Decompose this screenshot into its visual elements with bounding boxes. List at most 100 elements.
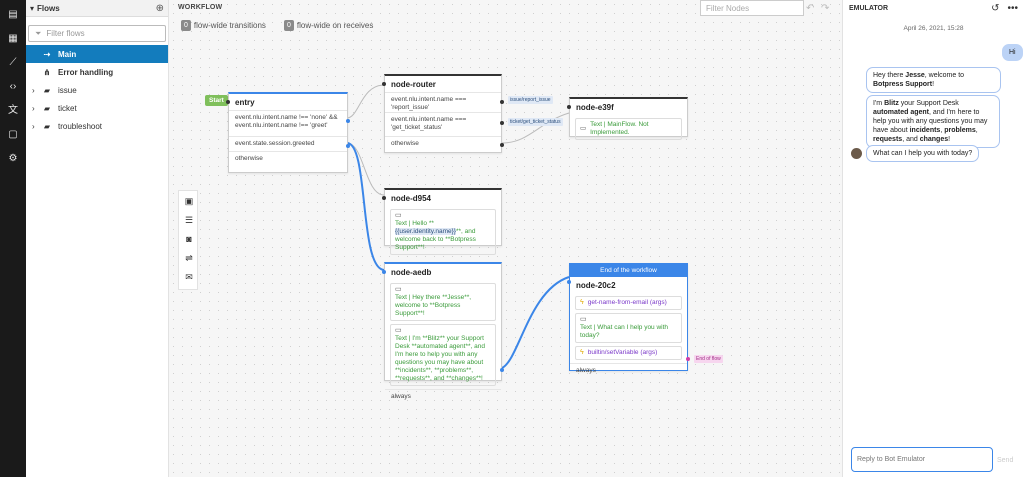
msg-text: I'm [873,100,885,107]
filter-nodes-input[interactable]: Filter Nodes [700,0,804,16]
flow-folder-issue[interactable]: › ▰ issue [26,81,168,99]
end-of-flow-tag: End of flow [694,355,723,363]
more-options-icon[interactable]: ••• [1007,3,1018,14]
reset-icon[interactable]: ↺ [991,3,999,14]
node-router[interactable]: node-router event.nlu.intent.name === 'r… [382,74,504,153]
msg-text: ! [932,81,935,88]
transition-condition: always [570,363,687,378]
node-title: node-e39f [576,103,614,112]
chevron-down-icon[interactable]: ▾ [30,4,34,13]
workflow-title: WORKFLOW [178,4,223,11]
node-20c2[interactable]: End of the workflow node-20c2 ϟ get-name… [567,263,690,374]
msg-text: your Support Desk [898,100,959,107]
flows-title: Flows [37,3,60,13]
input-port[interactable] [382,270,386,274]
output-port[interactable] [346,119,350,123]
input-port[interactable] [382,196,386,200]
output-port[interactable] [500,121,504,125]
msg-bold: requests [873,136,903,143]
output-port[interactable] [346,144,350,148]
action-label: builtin/setVariable (args) [587,349,658,356]
flow-folder-troubleshoot[interactable]: › ▰ troubleshoot [26,117,168,135]
msg-bold: automated agent [873,109,930,116]
chat-icon[interactable]: ▢ [7,129,19,141]
output-port[interactable] [500,368,504,372]
text-content[interactable]: ▭ Text | I'm **Blitz** your Support Desk… [390,324,496,386]
mail-icon[interactable]: ✉ [183,271,195,283]
conversation-date: April 26, 2021, 15:28 [903,25,964,32]
filter-icon: ⏷ [35,28,42,38]
filter-flows-placeholder: Filter flows [46,29,85,38]
flow-item-label: Main [58,49,77,59]
action-content[interactable]: ϟ builtin/setVariable (args) [575,346,682,360]
chevron-right-icon: › [32,85,35,95]
message-icon: ▭ [580,125,587,132]
standard-node-icon[interactable]: ▣ [183,195,195,207]
layout-icon[interactable]: ▦ [7,33,19,45]
filter-flows-input[interactable]: ⏷ Filter flows [28,25,166,42]
skill-node-icon[interactable]: ◙ [183,233,195,245]
reply-input[interactable]: Reply to Bot Emulator [851,447,993,472]
chart-icon[interactable]: ⟋ [7,57,19,69]
emulator-title: EMULATOR [849,5,889,12]
input-port[interactable] [226,100,230,104]
input-port[interactable] [567,280,571,284]
flow-folder-ticket[interactable]: › ▰ ticket [26,99,168,117]
node-title: node-router [391,80,436,89]
badge-count: 0 [284,19,294,31]
folder-icon: ▰ [43,85,51,95]
start-label: Start [205,95,228,106]
flow-item-error-handling[interactable]: ⋔ Error handling [26,63,168,81]
list-node-icon[interactable]: ☰ [183,214,195,226]
redo-icon[interactable]: ↷ [821,3,829,14]
node-connections [346,84,570,369]
transition-condition: event.nlu.intent.name === 'get_ticket_st… [385,112,501,136]
input-port[interactable] [382,82,386,86]
flow-wide-transitions-badge[interactable]: 0 flow-wide transitions [181,19,266,31]
lightning-icon: ϟ [580,349,584,356]
document-icon[interactable]: ▤ [7,9,19,21]
emulator-panel: EMULATOR ↺ ••• April 26, 2021, 15:28 Hi … [842,0,1024,477]
add-flow-icon[interactable]: ⊕ [156,3,164,14]
node-title: node-20c2 [576,281,616,290]
bot-message: I'm Blitz your Support Desk automated ag… [866,95,1000,148]
workflow-canvas[interactable]: WORKFLOW 0 flow-wide transitions 0 flow-… [169,0,842,477]
message-icon: ▭ [395,212,402,219]
node-toolbox: ▣ ☰ ◙ ⇌ ✉ [178,190,198,290]
text-content[interactable]: ▭ Text | Hello **{{user.identity.name}}*… [390,209,496,255]
transition-target-tag: ticket/get_ticket_status [508,118,563,126]
output-port[interactable] [500,143,504,147]
message-icon: ▭ [395,327,402,334]
code-icon[interactable]: ‹› [7,81,19,93]
send-button[interactable]: Send [997,457,1013,464]
msg-bold: incidents [909,127,941,134]
folder-icon: ▰ [43,103,51,113]
msg-text: , [975,127,978,134]
text-content[interactable]: ▭ Text | What can I help you with today? [575,313,682,343]
action-content[interactable]: ϟ get-name-from-email (args) [575,296,682,310]
msg-bold: Blitz [884,100,899,107]
undo-icon[interactable]: ↶ [806,3,814,14]
output-port[interactable] [500,100,504,104]
node-aedb[interactable]: node-aedb ▭ Text | Hey there **Jesse**, … [382,262,504,400]
transition-condition: event.state.session.greeted [229,136,347,151]
node-d954[interactable]: node-d954 ▭ Text | Hello **{{user.identi… [382,188,502,255]
flow-wide-receives-badge[interactable]: 0 flow-wide on receives [284,19,373,31]
translate-icon[interactable]: 文 [7,105,19,117]
output-port[interactable] [686,357,690,361]
node-entry[interactable]: entry event.nlu.intent.name !== 'none' &… [226,92,350,173]
gear-icon[interactable]: ⚙ [7,153,19,165]
text-content[interactable]: ▭ Text | MainFlow. Not Implemented. [575,118,682,140]
node-e39f[interactable]: node-e39f ▭ Text | MainFlow. Not Impleme… [567,97,688,140]
msg-text: , and [902,136,920,143]
folder-label: issue [58,85,77,95]
router-node-icon[interactable]: ⇌ [183,252,195,264]
text-content[interactable]: ▭ Text | Hey there **Jesse**, welcome to… [390,283,496,321]
flow-item-main[interactable]: ⇢ Main [26,45,168,63]
msg-bold: Jesse [905,72,925,79]
bot-message: What can I help you with today? [866,145,980,162]
emulator-header: EMULATOR ↺ ••• [843,0,1024,17]
input-port[interactable] [567,105,571,109]
variable-chip: {{user.identity.name}} [395,228,456,235]
msg-bold: changes [919,136,949,143]
